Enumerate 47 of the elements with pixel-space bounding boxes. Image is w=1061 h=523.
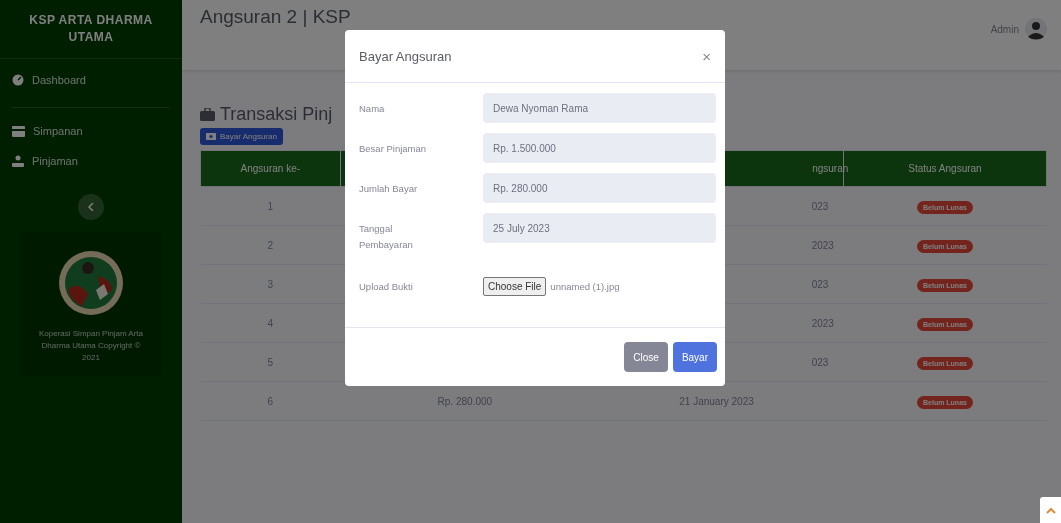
table-cell: 6	[267, 395, 274, 407]
input-field[interactable]: Rp. 1.500.000	[483, 133, 716, 163]
table-cell: 21 January 2023	[679, 395, 754, 407]
table-cell: 4	[267, 317, 274, 329]
sidebar-footer-text: Koperasi Simpan Pinjam Arta Dharma Utama Copyright © 2021	[37, 328, 145, 364]
card-icon	[12, 125, 25, 137]
field-label: Nama	[359, 102, 386, 116]
avatar-icon[interactable]	[1025, 18, 1047, 40]
chevron-left-icon	[88, 203, 94, 211]
close-button[interactable]: ×	[702, 47, 711, 65]
user-name[interactable]: Admin	[990, 23, 1019, 35]
page-title: Angsuran 2 | KSP	[200, 6, 351, 28]
table-cell: 2023	[811, 317, 834, 329]
table-cell: 3	[267, 278, 274, 290]
table-cell: 023	[811, 200, 829, 212]
sidebar-nav-link[interactable]: Dashboard	[0, 65, 182, 95]
table-cell: 023	[811, 356, 829, 368]
input-field[interactable]: Rp. 280.000	[483, 173, 716, 203]
pay-installment-button[interactable]: Bayar Angsuran	[200, 128, 283, 145]
file-name: unnamed (1).jpg	[550, 281, 620, 292]
table-cell: 2023	[811, 239, 834, 251]
briefcase-icon	[200, 108, 215, 121]
modal-title: Bayar Angsuran	[359, 48, 452, 64]
pay-button[interactable]: Bayar	[672, 342, 717, 372]
field-label: Jumlah Bayar	[359, 182, 419, 196]
gauge-icon	[12, 74, 24, 86]
table-cell: 023	[811, 278, 829, 290]
field-label: Tanggal Pembayaran	[359, 222, 414, 252]
choose-file-button[interactable]: Choose File	[483, 277, 547, 296]
logo-drawing	[58, 250, 124, 316]
section-heading: Transaksi Pinj	[220, 104, 333, 125]
field-label: Upload Bukti	[359, 280, 414, 294]
column-header: Angsuran ke-	[240, 163, 301, 174]
chevron-up-icon	[1045, 506, 1056, 514]
money-icon	[206, 133, 216, 140]
field-label: Besar Pinjaman	[359, 142, 428, 156]
person-icon	[12, 155, 24, 167]
table-cell: 1	[267, 200, 274, 212]
input-field[interactable]: 25 July 2023	[483, 213, 716, 243]
column-header: Status Angsuran	[908, 163, 982, 174]
table-cell: 2	[267, 239, 274, 251]
input-field[interactable]: Dewa Nyoman Rama	[483, 93, 716, 123]
sidebar-nav-link[interactable]: Simpanan	[0, 116, 182, 146]
scroll-top-button[interactable]	[1040, 497, 1061, 523]
close-modal-button[interactable]: Close	[624, 342, 668, 372]
table-cell: Rp. 280.000	[437, 395, 493, 407]
sidebar-nav-link[interactable]: Pinjaman	[0, 146, 182, 176]
